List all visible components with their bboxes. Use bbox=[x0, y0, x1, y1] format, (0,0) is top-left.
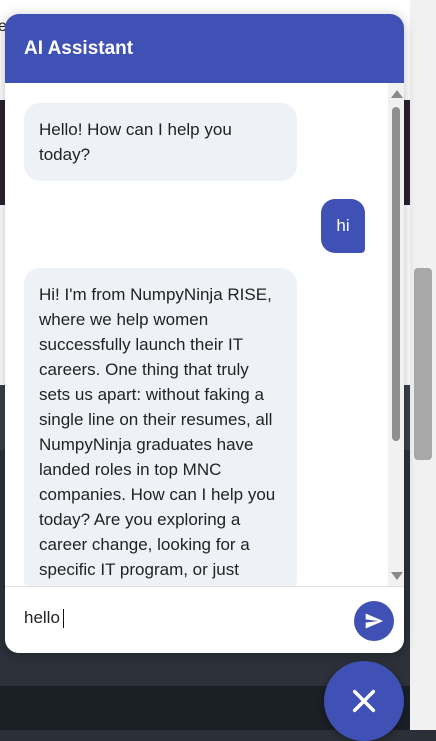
bot-message: Hello! How can I help you today? bbox=[24, 103, 297, 181]
close-icon bbox=[352, 689, 376, 713]
chat-title: AI Assistant bbox=[24, 38, 134, 59]
chat-scroll-thumb[interactable] bbox=[392, 107, 400, 441]
user-message: hi bbox=[321, 199, 365, 253]
chat-scrollbar[interactable] bbox=[388, 83, 404, 586]
chat-header: AI Assistant bbox=[5, 14, 404, 83]
message-input[interactable] bbox=[24, 605, 324, 631]
chat-window: AI Assistant Hello! How can I help you t… bbox=[5, 14, 404, 653]
scroll-up-arrow-icon[interactable] bbox=[391, 90, 403, 98]
send-button[interactable] bbox=[354, 601, 394, 641]
input-bar bbox=[5, 586, 404, 653]
send-icon bbox=[365, 613, 384, 629]
message-list[interactable]: Hello! How can I help you today? hi Hi! … bbox=[5, 83, 388, 586]
text-caret bbox=[63, 609, 64, 628]
scroll-down-arrow-icon[interactable] bbox=[391, 572, 403, 580]
page-scroll-thumb[interactable] bbox=[414, 268, 432, 460]
close-chat-button[interactable] bbox=[324, 661, 404, 741]
bot-message: Hi! I'm from NumpyNinja RISE, where we h… bbox=[24, 268, 297, 586]
page-scrollbar[interactable] bbox=[410, 0, 436, 730]
